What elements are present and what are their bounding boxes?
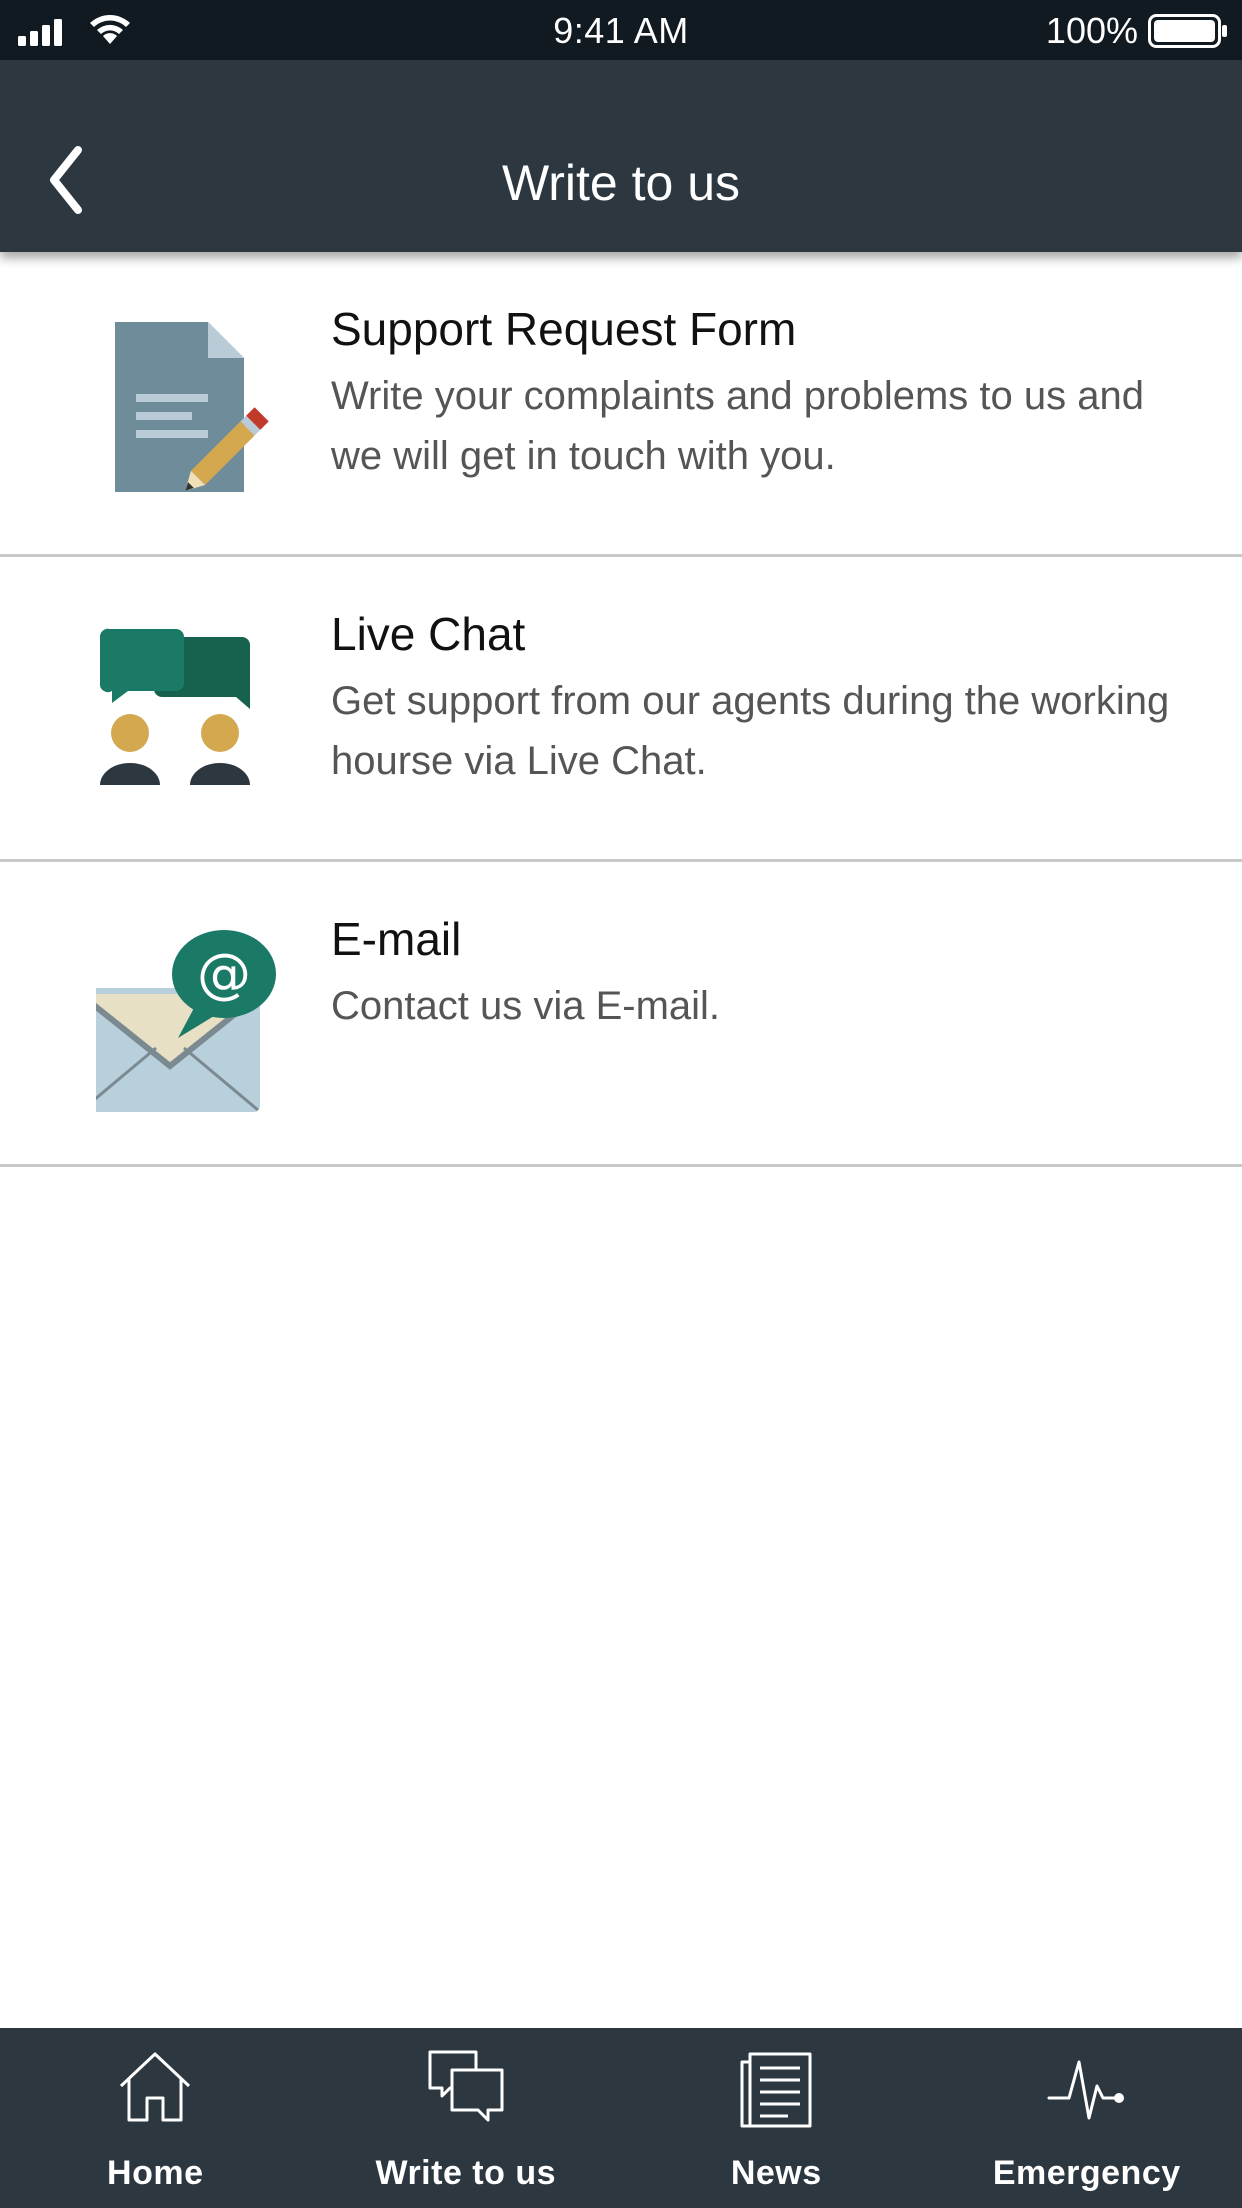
tab-news[interactable]: News bbox=[621, 2028, 932, 2208]
home-icon bbox=[120, 2052, 191, 2122]
chat-agents-icon bbox=[99, 628, 250, 785]
tab-home[interactable]: Home bbox=[0, 2028, 311, 2208]
document-pencil-icon bbox=[115, 322, 269, 492]
contact-options-list: Support Request Form Write your complain… bbox=[0, 252, 1242, 1167]
svg-text:@: @ bbox=[197, 942, 251, 1005]
option-title: Support Request Form bbox=[331, 303, 797, 355]
page-title: Write to us bbox=[501, 155, 741, 211]
app-header: Write to us bbox=[0, 60, 1242, 252]
support-request-form-item[interactable]: Support Request Form Write your complain… bbox=[0, 252, 1242, 557]
envelope-at-icon: @ bbox=[96, 930, 276, 1112]
option-description: Contact us via E-mail. bbox=[331, 984, 721, 1028]
option-title: E-mail bbox=[331, 913, 462, 965]
tab-label: News bbox=[730, 2154, 822, 2192]
chat-bubbles-icon bbox=[428, 2050, 504, 2122]
live-chat-item[interactable]: Live Chat Get support from our agents du… bbox=[0, 557, 1242, 862]
newspaper-icon bbox=[740, 2052, 812, 2128]
battery-percentage: 100% bbox=[1045, 10, 1138, 51]
heartbeat-icon bbox=[1047, 2060, 1124, 2120]
tab-label: Write to us bbox=[375, 2154, 557, 2192]
bottom-tab-bar: Home Write to us News Emergency bbox=[0, 2028, 1242, 2208]
tab-emergency[interactable]: Emergency bbox=[932, 2028, 1242, 2208]
tab-label: Home bbox=[107, 2154, 204, 2192]
status-bar: 9:41 AM 100% bbox=[0, 0, 1242, 60]
battery-icon bbox=[1148, 14, 1227, 48]
tab-label: Emergency bbox=[992, 2154, 1181, 2192]
email-item[interactable]: @ E-mail Contact us via E-mail. bbox=[0, 862, 1242, 1167]
option-description: Get support from our agents during the w… bbox=[331, 679, 1170, 783]
tab-write-to-us[interactable]: Write to us bbox=[311, 2028, 622, 2208]
option-description: Write your complaints and problems to us… bbox=[331, 374, 1144, 478]
option-title: Live Chat bbox=[331, 608, 526, 660]
